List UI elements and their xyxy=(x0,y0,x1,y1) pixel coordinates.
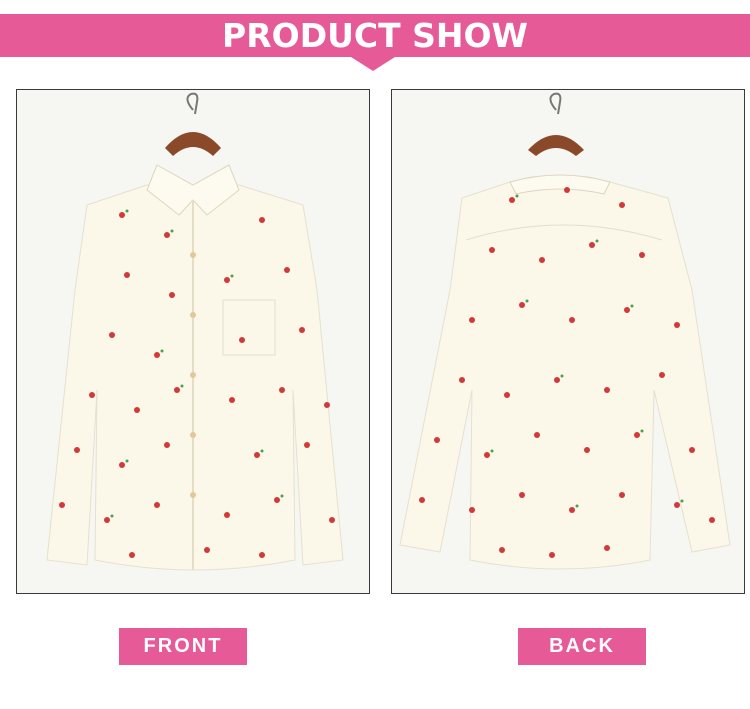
page-title: PRODUCT SHOW xyxy=(222,16,528,55)
header-banner: PRODUCT SHOW xyxy=(0,14,750,57)
front-shirt-illustration xyxy=(17,90,369,593)
front-product-image xyxy=(16,89,370,594)
back-view-label: BACK xyxy=(518,628,646,665)
back-shirt-illustration xyxy=(392,90,744,593)
banner-pointer xyxy=(351,57,395,71)
front-view-label: FRONT xyxy=(119,628,247,665)
back-product-image xyxy=(391,89,745,594)
